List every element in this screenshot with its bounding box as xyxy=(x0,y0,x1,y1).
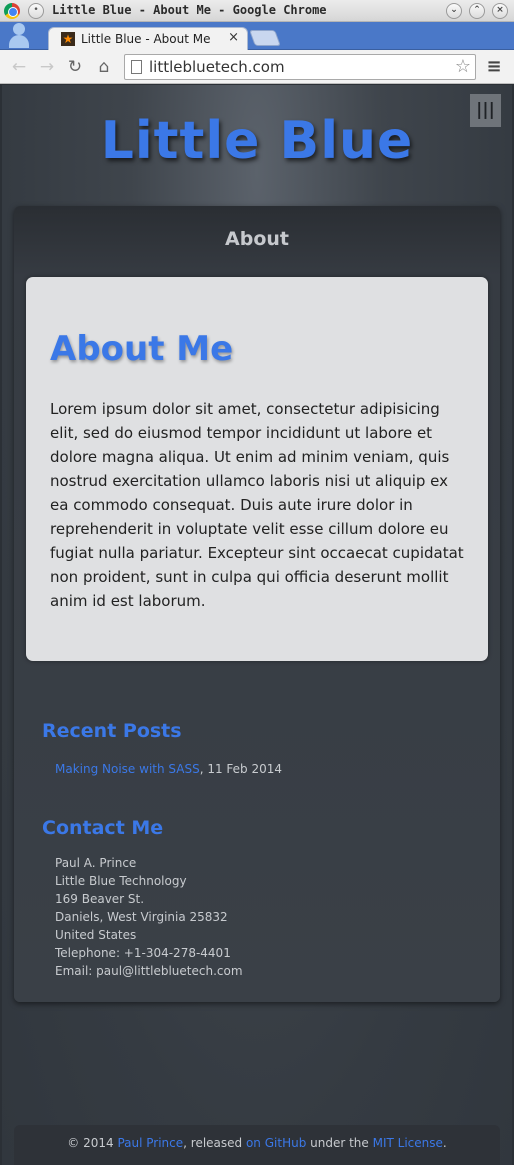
profile-avatar-icon[interactable] xyxy=(6,22,32,48)
new-tab-button[interactable] xyxy=(249,30,281,46)
contact-address: Paul A. Prince Little Blue Technology 16… xyxy=(55,854,243,980)
footer-author-link[interactable]: Paul Prince xyxy=(117,1136,183,1150)
article-card: About Me Lorem ipsum dolor sit amet, con… xyxy=(26,277,488,661)
footer-text: , released xyxy=(183,1136,246,1150)
footer-copyright: © 2014 xyxy=(67,1136,118,1150)
footer-github-link[interactable]: on GitHub xyxy=(246,1136,306,1150)
post-date: , 11 Feb 2014 xyxy=(199,762,282,776)
article-heading: About Me xyxy=(50,329,234,369)
contact-telephone: Telephone: +1-304-278-4401 xyxy=(55,946,231,960)
article-body: Lorem ipsum dolor sit amet, consectetur … xyxy=(50,400,464,610)
site-title[interactable]: Little Blue xyxy=(2,111,512,171)
window-title: Little Blue - About Me - Google Chrome xyxy=(52,3,327,17)
tab-strip: ★ Little Blue - About Me × xyxy=(0,22,514,50)
main-content-panel: About About Me Lorem ipsum dolor sit ame… xyxy=(14,206,500,1002)
window-titlebar: • Little Blue - About Me - Google Chrome… xyxy=(0,0,514,22)
minimize-icon[interactable]: ⌄ xyxy=(446,3,462,19)
browser-toolbar: ← → ↻ ⌂ littlebluetech.com ☆ ≡ xyxy=(0,50,514,84)
post-link[interactable]: Making Noise with SASS xyxy=(55,762,200,776)
contact-email: Email: paul@littlebluetech.com xyxy=(55,964,243,978)
contact-country: United States xyxy=(55,928,137,942)
contact-company: Little Blue Technology xyxy=(55,874,187,888)
chrome-logo-icon xyxy=(4,3,20,19)
list-item: Making Noise with SASS, 11 Feb 2014 xyxy=(55,762,282,776)
url-text[interactable]: littlebluetech.com xyxy=(149,58,285,76)
chrome-menu-icon[interactable]: ≡ xyxy=(484,56,504,78)
window-menu-button[interactable]: • xyxy=(28,3,44,19)
page-footer: © 2014 Paul Prince, released on GitHub u… xyxy=(14,1125,500,1165)
footer-license-link[interactable]: MIT License xyxy=(373,1136,443,1150)
tab-label: Little Blue - About Me xyxy=(81,32,211,46)
section-heading: About xyxy=(225,228,289,250)
footer-text: under the xyxy=(306,1136,373,1150)
contact-heading: Contact Me xyxy=(42,817,164,839)
contact-name: Paul A. Prince xyxy=(55,856,137,870)
back-arrow-icon[interactable]: ← xyxy=(8,56,30,78)
home-icon[interactable]: ⌂ xyxy=(93,56,115,78)
tab-close-icon[interactable]: × xyxy=(228,30,239,45)
tab-about-me[interactable]: ★ Little Blue - About Me × xyxy=(48,27,248,50)
page-icon xyxy=(131,60,142,74)
reload-icon[interactable]: ↻ xyxy=(64,56,86,78)
footer-text: . xyxy=(442,1136,447,1150)
address-bar[interactable]: littlebluetech.com ☆ xyxy=(124,54,476,80)
site-favicon-icon: ★ xyxy=(61,32,75,46)
close-window-icon[interactable]: × xyxy=(492,3,508,19)
contact-city: Daniels, West Virginia 25832 xyxy=(55,910,228,924)
contact-street: 169 Beaver St. xyxy=(55,892,145,906)
maximize-icon[interactable]: ⌃ xyxy=(469,3,485,19)
forward-arrow-icon[interactable]: → xyxy=(36,56,58,78)
page-viewport: ||| Little Blue About About Me Lorem ips… xyxy=(2,85,512,1165)
bookmark-star-icon[interactable]: ☆ xyxy=(455,56,471,77)
recent-posts-heading: Recent Posts xyxy=(42,720,182,742)
